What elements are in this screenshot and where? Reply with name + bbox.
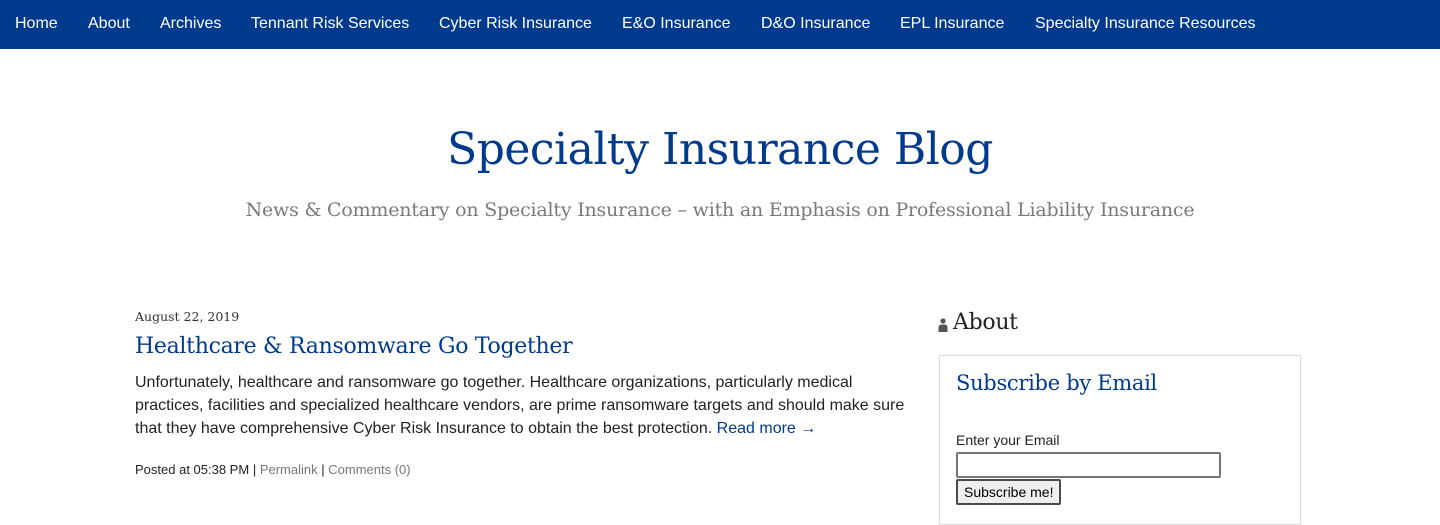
email-label: Enter your Email <box>956 432 1060 448</box>
comments-link[interactable]: Comments (0) <box>328 462 410 477</box>
nav-item-epl-insurance[interactable]: EPL Insurance <box>900 0 1004 49</box>
nav-item-do-insurance[interactable]: D&O Insurance <box>761 0 870 49</box>
permalink-link[interactable]: Permalink <box>260 462 318 477</box>
nav-item-tennant-risk-services[interactable]: Tennant Risk Services <box>251 0 409 49</box>
nav-item-specialty-insurance-resources[interactable]: Specialty Insurance Resources <box>1035 0 1256 49</box>
nav-item-cyber-risk-insurance[interactable]: Cyber Risk Insurance <box>439 0 592 49</box>
read-more-link[interactable]: Read more → <box>717 420 817 437</box>
about-heading-label: About <box>953 309 1018 335</box>
post-title-link[interactable]: Healthcare & Ransomware Go Together <box>135 330 573 364</box>
site-tagline: News & Commentary on Specialty Insurance… <box>245 199 1195 221</box>
meta-separator: | <box>252 462 257 477</box>
subscribe-title: Subscribe by Email <box>956 371 1157 395</box>
post-date: August 22, 2019 <box>135 309 240 324</box>
about-heading: About <box>938 306 1018 338</box>
person-icon <box>938 318 948 332</box>
top-navigation: Home About Archives Tennant Risk Service… <box>0 0 1440 49</box>
subscribe-button[interactable]: Subscribe me! <box>956 479 1062 505</box>
email-field[interactable] <box>956 452 1221 478</box>
subscribe-widget: Subscribe by Email Enter your Email Subs… <box>939 355 1301 525</box>
meta-separator: | <box>321 462 325 477</box>
post-meta: Posted at 05:38 PM | Permalink | Comment… <box>135 461 411 479</box>
nav-item-archives[interactable]: Archives <box>160 0 221 49</box>
nav-item-about[interactable]: About <box>88 0 130 49</box>
nav-item-eo-insurance[interactable]: E&O Insurance <box>622 0 731 49</box>
site-title[interactable]: Specialty Insurance Blog <box>0 118 1440 182</box>
post-excerpt: Unfortunately, healthcare and ransomware… <box>135 371 915 440</box>
nav-item-home[interactable]: Home <box>15 0 58 49</box>
posted-at-text: Posted at 05:38 PM <box>135 462 250 477</box>
